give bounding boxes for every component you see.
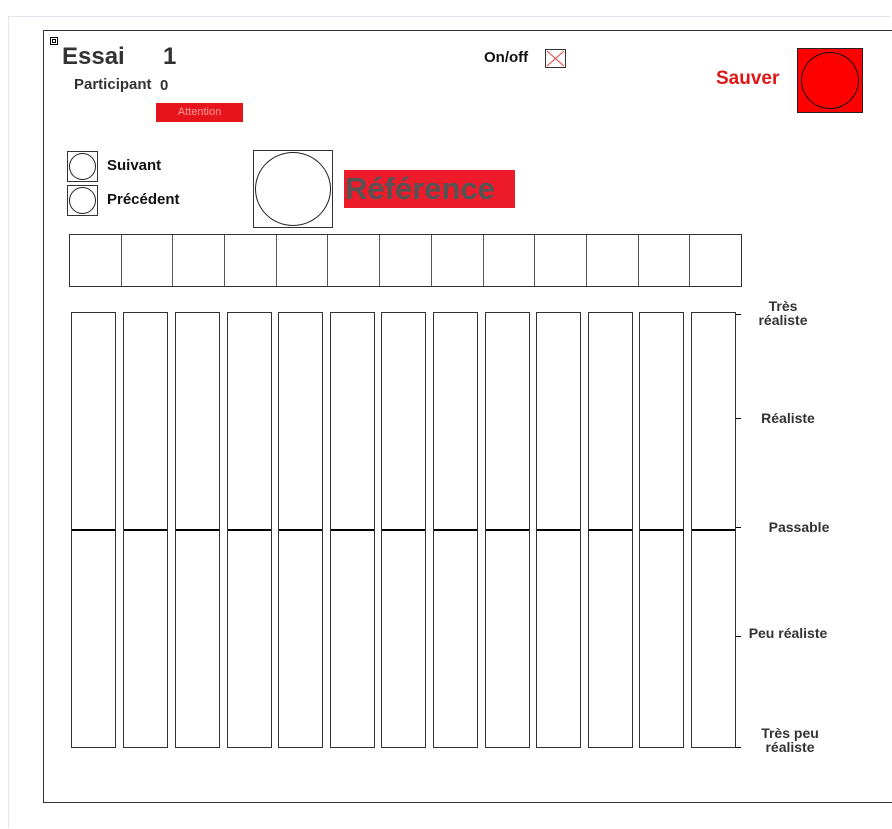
stimulus-button-7[interactable]	[380, 235, 432, 286]
stimulus-button-6[interactable]	[328, 235, 381, 286]
slider-thumb[interactable]	[692, 529, 735, 531]
slider-thumb[interactable]	[537, 529, 580, 531]
rating-slider-6[interactable]	[330, 312, 375, 748]
circle-icon	[69, 187, 96, 214]
previous-button[interactable]	[67, 185, 98, 216]
rating-slider-13[interactable]	[691, 312, 736, 748]
slider-thumb[interactable]	[434, 529, 477, 531]
scale-label: Réaliste	[761, 410, 815, 426]
rating-slider-12[interactable]	[639, 312, 684, 748]
reference-play-button[interactable]	[253, 150, 333, 228]
rating-slider-10[interactable]	[536, 312, 581, 748]
stimulus-button-11[interactable]	[586, 235, 639, 286]
onoff-label: On/off	[484, 49, 529, 66]
window-icon	[50, 37, 58, 45]
rating-slider-4[interactable]	[227, 312, 272, 748]
save-label: Sauver	[716, 68, 780, 89]
circle-icon	[69, 153, 96, 180]
rating-slider-7[interactable]	[381, 312, 426, 748]
scale-tick	[736, 418, 741, 419]
stimulus-button-row	[69, 234, 742, 287]
next-button[interactable]	[67, 151, 98, 182]
slider-thumb[interactable]	[640, 529, 683, 531]
reference-label: Référence	[344, 170, 515, 208]
stimulus-button-12[interactable]	[638, 235, 691, 286]
rating-slider-3[interactable]	[175, 312, 220, 748]
rating-slider-5[interactable]	[278, 312, 323, 748]
participant-label: Participant	[74, 76, 152, 93]
stimulus-button-8[interactable]	[431, 235, 484, 286]
previous-label: Précédent	[107, 191, 180, 208]
scale-tick	[736, 747, 741, 748]
slider-thumb[interactable]	[72, 529, 115, 531]
scale-label: Passable	[768, 519, 830, 535]
stimulus-button-5[interactable]	[276, 235, 329, 286]
circle-icon	[801, 52, 859, 109]
slider-thumb[interactable]	[331, 529, 374, 531]
slider-thumb[interactable]	[176, 529, 219, 531]
participant-number: 0	[160, 77, 169, 94]
slider-thumb[interactable]	[228, 529, 271, 531]
stimulus-button-13[interactable]	[690, 235, 741, 286]
next-label: Suivant	[107, 157, 162, 174]
stimulus-button-4[interactable]	[225, 235, 277, 286]
rating-slider-1[interactable]	[71, 312, 116, 748]
stimulus-button-3[interactable]	[173, 235, 226, 286]
scale-tick	[736, 314, 741, 315]
rating-slider-2[interactable]	[123, 312, 168, 748]
rating-slider-9[interactable]	[485, 312, 530, 748]
slider-thumb[interactable]	[124, 529, 167, 531]
scale-tick	[736, 636, 741, 637]
slider-thumb[interactable]	[589, 529, 632, 531]
onoff-checkbox[interactable]	[545, 49, 566, 68]
slider-thumb[interactable]	[486, 529, 529, 531]
stimulus-button-2[interactable]	[121, 235, 174, 286]
save-button[interactable]	[797, 48, 863, 113]
rating-slider-11[interactable]	[588, 312, 633, 748]
essai-label: Essai	[62, 43, 125, 70]
stimulus-button-1[interactable]	[70, 235, 122, 286]
scale-label: Peu réaliste	[748, 625, 828, 641]
slider-thumb[interactable]	[382, 529, 425, 531]
scale-label: Très peu réaliste	[761, 725, 819, 755]
attention-indicator: Attention	[156, 103, 243, 122]
circle-icon	[255, 152, 331, 226]
scale-label: Très réaliste	[758, 298, 808, 328]
stimulus-button-9[interactable]	[483, 235, 536, 286]
rating-slider-8[interactable]	[433, 312, 478, 748]
stimulus-button-10[interactable]	[535, 235, 587, 286]
checkbox-cross-icon	[546, 50, 565, 67]
essai-number: 1	[163, 43, 177, 70]
scale-tick	[736, 527, 741, 528]
slider-thumb[interactable]	[279, 529, 322, 531]
